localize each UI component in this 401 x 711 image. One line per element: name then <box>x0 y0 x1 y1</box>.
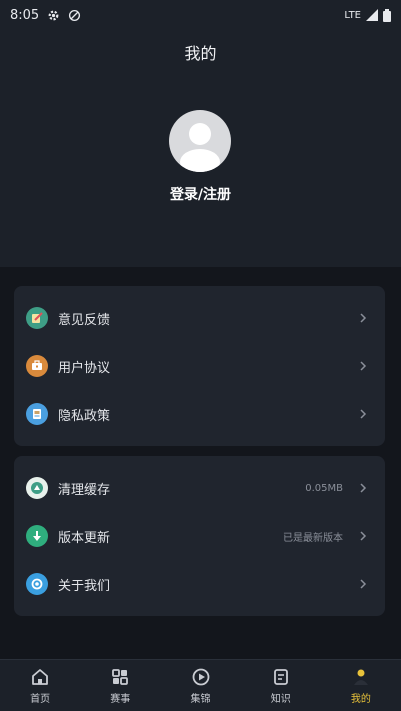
tab-knowledge[interactable]: 知识 <box>241 660 321 711</box>
home-icon <box>32 668 48 685</box>
chevron-right-icon <box>360 361 367 371</box>
avatar[interactable] <box>169 110 231 172</box>
menu-item-version-update[interactable]: 版本更新 已是最新版本 <box>14 512 385 560</box>
signal-icon <box>366 9 378 21</box>
version-status-value: 已是最新版本 <box>283 532 343 544</box>
menu-card-general: 意见反馈 用户协议 隐私政策 <box>14 286 385 446</box>
tab-home[interactable]: 首页 <box>0 660 80 711</box>
menu-item-clear-cache[interactable]: 清理缓存 0.05MB <box>14 464 385 512</box>
chevron-right-icon <box>360 531 367 541</box>
settings-status-icon <box>48 10 59 20</box>
dnd-status-icon <box>69 9 81 21</box>
login-register-link[interactable]: 登录/注册 <box>0 184 401 204</box>
tab-label: 赛事 <box>110 693 131 705</box>
battery-icon <box>383 8 391 22</box>
about-icon <box>26 573 48 595</box>
bottom-tab-bar: 首页 赛事 集锦 知识 我的 <box>0 659 401 711</box>
chevron-right-icon <box>360 579 367 589</box>
tab-label: 首页 <box>30 693 51 705</box>
chevron-right-icon <box>360 409 367 419</box>
events-icon <box>112 668 129 685</box>
knowledge-icon <box>273 668 288 685</box>
highlights-icon <box>192 668 209 685</box>
agreement-icon <box>26 355 48 377</box>
menu-item-label: 隐私政策 <box>58 408 111 424</box>
network-type: LTE <box>344 9 361 21</box>
status-bar: 8:05 LTE <box>0 0 401 30</box>
status-time: 8:05 <box>10 7 40 23</box>
menu-item-label: 用户协议 <box>58 360 111 376</box>
default-avatar-icon <box>180 123 220 172</box>
profile-header: 我的 登录/注册 <box>0 30 401 267</box>
tab-highlights[interactable]: 集锦 <box>160 660 240 711</box>
tab-label: 集锦 <box>190 693 211 705</box>
menu-item-about-us[interactable]: 关于我们 <box>14 560 385 608</box>
tab-profile[interactable]: 我的 <box>321 660 401 711</box>
profile-icon <box>353 669 368 685</box>
chevron-right-icon <box>360 483 367 493</box>
menu-item-label: 关于我们 <box>58 578 111 594</box>
menu-item-label: 清理缓存 <box>58 482 111 498</box>
menu-item-user-agreement[interactable]: 用户协议 <box>14 342 385 390</box>
menu-item-label: 版本更新 <box>58 530 111 546</box>
page-title: 我的 <box>184 44 217 63</box>
menu-card-app: 清理缓存 0.05MB 版本更新 已是最新版本 关于我们 <box>14 456 385 616</box>
privacy-icon <box>26 403 48 425</box>
cache-size-value: 0.05MB <box>305 482 343 494</box>
update-icon <box>26 525 48 547</box>
chevron-right-icon <box>360 313 367 323</box>
tab-label: 知识 <box>270 693 291 705</box>
menu-item-feedback[interactable]: 意见反馈 <box>14 294 385 342</box>
tab-events[interactable]: 赛事 <box>80 660 160 711</box>
menu-item-privacy-policy[interactable]: 隐私政策 <box>14 390 385 438</box>
tab-label: 我的 <box>350 693 371 705</box>
menu-item-label: 意见反馈 <box>58 312 111 328</box>
clear-cache-icon <box>26 477 48 499</box>
feedback-icon <box>26 307 48 329</box>
